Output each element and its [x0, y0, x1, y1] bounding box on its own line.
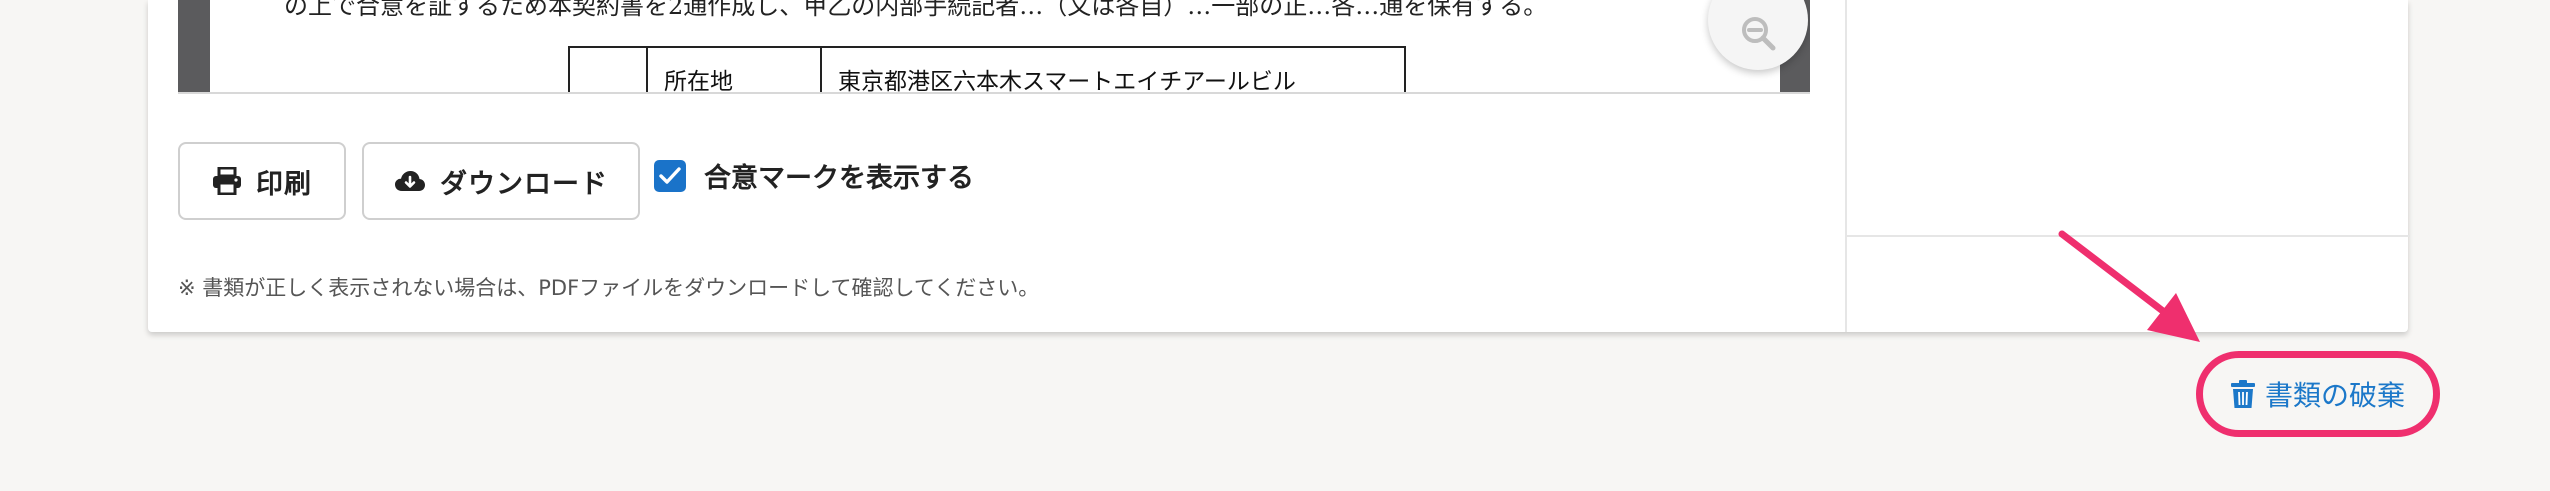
- side-panel-divider: [1847, 235, 2410, 237]
- print-button[interactable]: 印刷: [178, 142, 346, 220]
- side-panel: [1845, 0, 2410, 332]
- pdf-page: の上で合意を証するため本契約書を2通作成し、甲乙の内部手続記者…（又は各自）…一…: [210, 0, 1780, 92]
- agree-mark-toggle[interactable]: 合意マークを表示する: [654, 156, 974, 195]
- zoom-out-icon: [1742, 17, 1776, 51]
- discard-document-button[interactable]: 書類の破棄: [2196, 351, 2440, 437]
- table-cell-key: 所在地: [646, 46, 822, 92]
- table-cell-value: 東京都港区六本木スマートエイチアールビル: [820, 46, 1406, 92]
- document-text-line: の上で合意を証するため本契約書を2通作成し、甲乙の内部手続記者…（又は各自）…一…: [284, 0, 1548, 20]
- printer-icon: [213, 167, 241, 195]
- download-button[interactable]: ダウンロード: [362, 142, 640, 220]
- document-card: の上で合意を証するため本契約書を2通作成し、甲乙の内部手続記者…（又は各自）…一…: [148, 0, 2410, 332]
- table-cell-blank: [568, 46, 648, 92]
- document-table: 所在地 東京都港区六本木スマートエイチアールビル: [568, 46, 1406, 92]
- discard-document-label: 書類の破棄: [2264, 379, 2405, 412]
- checkmark-icon: [659, 166, 681, 184]
- download-label: ダウンロード: [440, 168, 608, 200]
- display-note: ※ 書類が正しく表示されない場合は、PDFファイルをダウンロードして確認してくだ…: [178, 276, 1040, 300]
- pdf-viewer[interactable]: の上で合意を証するため本契約書を2通作成し、甲乙の内部手続記者…（又は各自）…一…: [178, 0, 1810, 94]
- agree-mark-checkbox[interactable]: [654, 159, 686, 192]
- agree-mark-label: 合意マークを表示する: [704, 163, 974, 194]
- table-row: 所在地 東京都港区六本木スマートエイチアールビル: [568, 46, 1406, 92]
- cloud-download-icon: [395, 171, 425, 191]
- trash-icon: [2230, 380, 2255, 408]
- print-label: 印刷: [256, 168, 312, 200]
